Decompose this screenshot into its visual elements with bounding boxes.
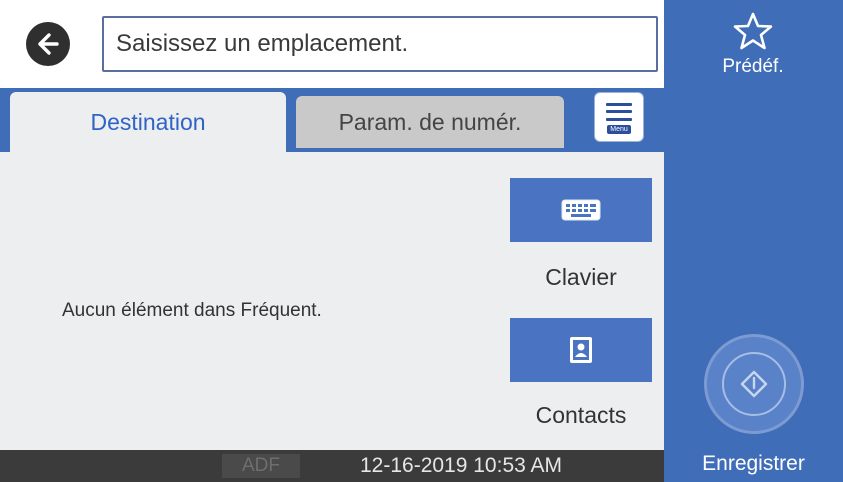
keyboard-icon: [561, 199, 601, 221]
date-time: 12-16-2019 10:53 AM: [360, 454, 562, 477]
tab-scan-settings[interactable]: Param. de numér.: [296, 96, 564, 148]
start-diamond-icon: [740, 370, 768, 398]
tab-scan-settings-label: Param. de numér.: [338, 108, 522, 135]
menu-icon: [606, 102, 632, 121]
arrow-left-icon: [38, 33, 59, 55]
menu-label: Menu: [607, 124, 631, 134]
tab-strip: Destination Param. de numér. Menu: [0, 88, 664, 152]
contacts-button[interactable]: [510, 318, 652, 382]
right-panel: Prédéf. Enregistrer: [664, 0, 843, 482]
status-bar: ADF 12-16-2019 10:53 AM: [0, 450, 664, 482]
presets-label: Prédéf.: [722, 56, 784, 77]
empty-frequent-message: Aucun élément dans Fréquent.: [62, 300, 322, 321]
contacts-icon: [570, 337, 592, 363]
tab-destination[interactable]: Destination: [10, 92, 286, 152]
tab-destination-label: Destination: [90, 108, 206, 135]
back-button[interactable]: [26, 22, 70, 66]
top-bar: [0, 0, 664, 88]
save-button[interactable]: Enregistrer: [664, 452, 843, 476]
start-ring: [722, 352, 786, 416]
destination-panel: Aucun élément dans Fréquent. Clavier Con…: [0, 152, 664, 450]
keyboard-label: Clavier: [545, 264, 617, 290]
start-button[interactable]: [704, 334, 804, 434]
adf-indicator: ADF: [222, 454, 300, 478]
contacts-label: Contacts: [535, 402, 627, 428]
star-icon: [733, 12, 773, 50]
presets-button[interactable]: Prédéf.: [678, 12, 828, 102]
menu-button[interactable]: Menu: [594, 92, 644, 142]
location-input[interactable]: [102, 16, 658, 72]
keyboard-button[interactable]: [510, 178, 652, 242]
